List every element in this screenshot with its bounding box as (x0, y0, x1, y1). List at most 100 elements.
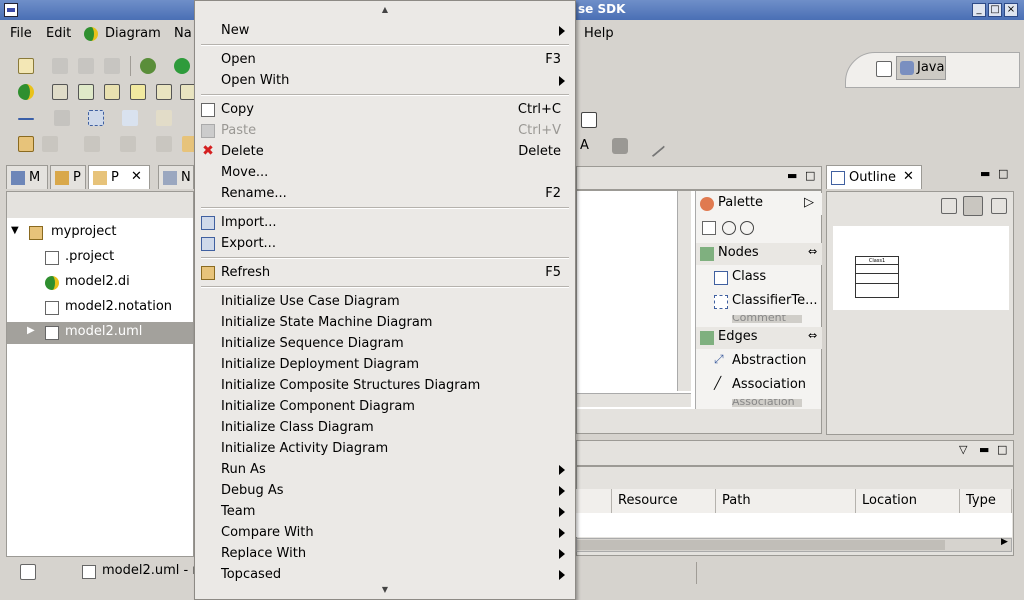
outline-collapse-icon[interactable] (991, 198, 1007, 214)
tab-navigator[interactable]: N (158, 165, 194, 189)
maximize-button[interactable]: □ (988, 3, 1002, 17)
run-icon[interactable] (174, 58, 190, 74)
fill-color-icon[interactable] (612, 138, 628, 154)
close-window-button[interactable]: × (1004, 3, 1018, 17)
horizontal-scrollbar[interactable] (577, 393, 691, 407)
expand-arrow-icon[interactable]: ▼ (11, 225, 19, 236)
tab-model-explorer[interactable]: M (6, 165, 48, 189)
open-folder-icon[interactable] (18, 136, 34, 152)
minimize-button[interactable]: _ (972, 3, 986, 17)
menu-item-import[interactable]: Import... (221, 212, 571, 233)
menu-item-run-as[interactable]: Run As (221, 459, 571, 480)
menu-item-open[interactable]: Open F3 (221, 49, 571, 70)
menu-item-export[interactable]: Export... (221, 233, 571, 254)
pin-icon[interactable]: ⇔ (808, 245, 817, 258)
tree-item-project-file[interactable]: .project (11, 247, 195, 269)
minimize-outline-icon[interactable]: ▬ (980, 167, 990, 180)
tree-item-model2-uml[interactable]: ▶ model2.uml (7, 322, 193, 344)
grid-icon[interactable] (54, 110, 70, 126)
back-icon[interactable] (156, 136, 172, 152)
menu-item-init-deployment[interactable]: Initialize Deployment Diagram (221, 354, 571, 375)
minimize-view-icon[interactable]: ▬ (787, 169, 797, 182)
menu-help[interactable]: Help (584, 26, 614, 41)
menu-diagram[interactable]: Diagram (105, 26, 161, 41)
select-all-icon[interactable] (88, 110, 104, 126)
tree-icon[interactable] (78, 84, 94, 100)
menu-item-team[interactable]: Team (221, 501, 571, 522)
outline-thumbnail[interactable]: Class1 (833, 226, 1009, 310)
menu-scroll-up-icon[interactable]: ▲ (195, 5, 575, 15)
problems-col-blank[interactable] (576, 489, 612, 513)
save-all-icon[interactable] (78, 58, 94, 74)
tree-item-model2-di[interactable]: model2.di (11, 272, 195, 294)
table-icon[interactable] (581, 112, 597, 128)
annotation-icon[interactable] (84, 136, 100, 152)
app-icon[interactable] (4, 3, 18, 17)
scroll-right-icon[interactable]: ▶ (1001, 537, 1008, 547)
menu-item-debug-as[interactable]: Debug As (221, 480, 571, 501)
menu-scroll-down-icon[interactable]: ▼ (195, 585, 575, 595)
pin-icon[interactable]: ⇔ (808, 329, 817, 342)
nav-icon[interactable] (120, 136, 136, 152)
menu-item-init-class[interactable]: Initialize Class Diagram (221, 417, 571, 438)
menu-file[interactable]: File (10, 26, 32, 41)
collapse-arrow-icon[interactable]: ▶ (27, 325, 35, 336)
font-color-icon[interactable]: A (580, 138, 589, 153)
layout-icon[interactable] (104, 84, 120, 100)
open-perspective-icon[interactable] (876, 61, 892, 77)
palette-item-association-2[interactable]: Association (732, 399, 802, 407)
nodes-drawer-header[interactable]: Nodes ⇔ (696, 243, 822, 265)
tab-outline[interactable]: Outline ✕ (826, 165, 922, 189)
wand-icon[interactable] (42, 136, 58, 152)
menu-item-replace-with[interactable]: Replace With (221, 543, 571, 564)
maximize-problems-icon[interactable]: □ (997, 443, 1007, 456)
minimize-problems-icon[interactable]: ▬ (979, 443, 989, 456)
line-color-icon[interactable] (642, 134, 666, 158)
menu-item-compare-with[interactable]: Compare With (221, 522, 571, 543)
maximize-outline-icon[interactable]: □ (998, 167, 1008, 180)
zoom-out-icon[interactable] (740, 221, 754, 235)
debug-icon[interactable] (140, 58, 156, 74)
select-tool-icon[interactable] (702, 221, 716, 235)
fast-view-icon[interactable] (20, 564, 36, 580)
palette-toggle-icon[interactable]: ▷ (804, 195, 814, 210)
package-icon[interactable] (130, 84, 146, 100)
close-tab-icon[interactable]: ✕ (131, 169, 142, 184)
menu-item-open-with[interactable]: Open With (221, 70, 571, 91)
menu-item-topcased[interactable]: Topcased (221, 564, 571, 585)
palette-item-comment[interactable]: Comment (732, 315, 802, 323)
problems-col-path[interactable]: Path (716, 489, 856, 513)
save-icon[interactable] (52, 58, 68, 74)
arrange-icon[interactable] (122, 110, 138, 126)
menu-item-init-component[interactable]: Initialize Component Diagram (221, 396, 571, 417)
menu-item-new[interactable]: New (221, 20, 571, 41)
view-menu-icon[interactable]: ▽ (959, 443, 967, 456)
maximize-view-icon[interactable]: □ (805, 169, 815, 182)
vertical-scrollbar[interactable] (677, 191, 691, 391)
connector-icon[interactable] (18, 118, 34, 120)
menu-item-refresh[interactable]: Refresh F5 (221, 262, 571, 283)
menu-item-rename[interactable]: Rename... F2 (221, 183, 571, 204)
menu-edit[interactable]: Edit (46, 26, 71, 41)
print-icon[interactable] (104, 58, 120, 74)
edges-drawer-header[interactable]: Edges ⇔ (696, 327, 822, 349)
menu-navigate[interactable]: Na (174, 26, 192, 41)
zoom-in-icon[interactable] (722, 221, 736, 235)
diagram-editor[interactable]: Palette ▷ Nodes ⇔ Class ClassifierTe... … (576, 190, 822, 434)
menu-item-move[interactable]: Move... (221, 162, 571, 183)
close-outline-icon[interactable]: ✕ (903, 169, 914, 184)
menu-item-delete[interactable]: Delete Delete (221, 141, 571, 162)
menu-item-init-use-case[interactable]: Initialize Use Case Diagram (221, 291, 571, 312)
outline-overview-icon[interactable] (963, 196, 983, 216)
problems-col-resource[interactable]: Resource (612, 489, 716, 513)
align-icon[interactable] (156, 84, 172, 100)
route-icon[interactable] (156, 110, 172, 126)
problems-horizontal-scrollbar[interactable]: ▶ (576, 537, 1012, 552)
tab-package-explorer[interactable]: P (50, 165, 86, 189)
menu-item-paste[interactable]: Paste Ctrl+V (221, 120, 571, 141)
tab-project-explorer[interactable]: P ✕ (88, 165, 150, 189)
scrollbar-thumb[interactable] (577, 540, 945, 550)
menu-item-init-sequence[interactable]: Initialize Sequence Diagram (221, 333, 571, 354)
outline-tree-icon[interactable] (941, 198, 957, 214)
papyrus-icon[interactable] (18, 84, 34, 100)
